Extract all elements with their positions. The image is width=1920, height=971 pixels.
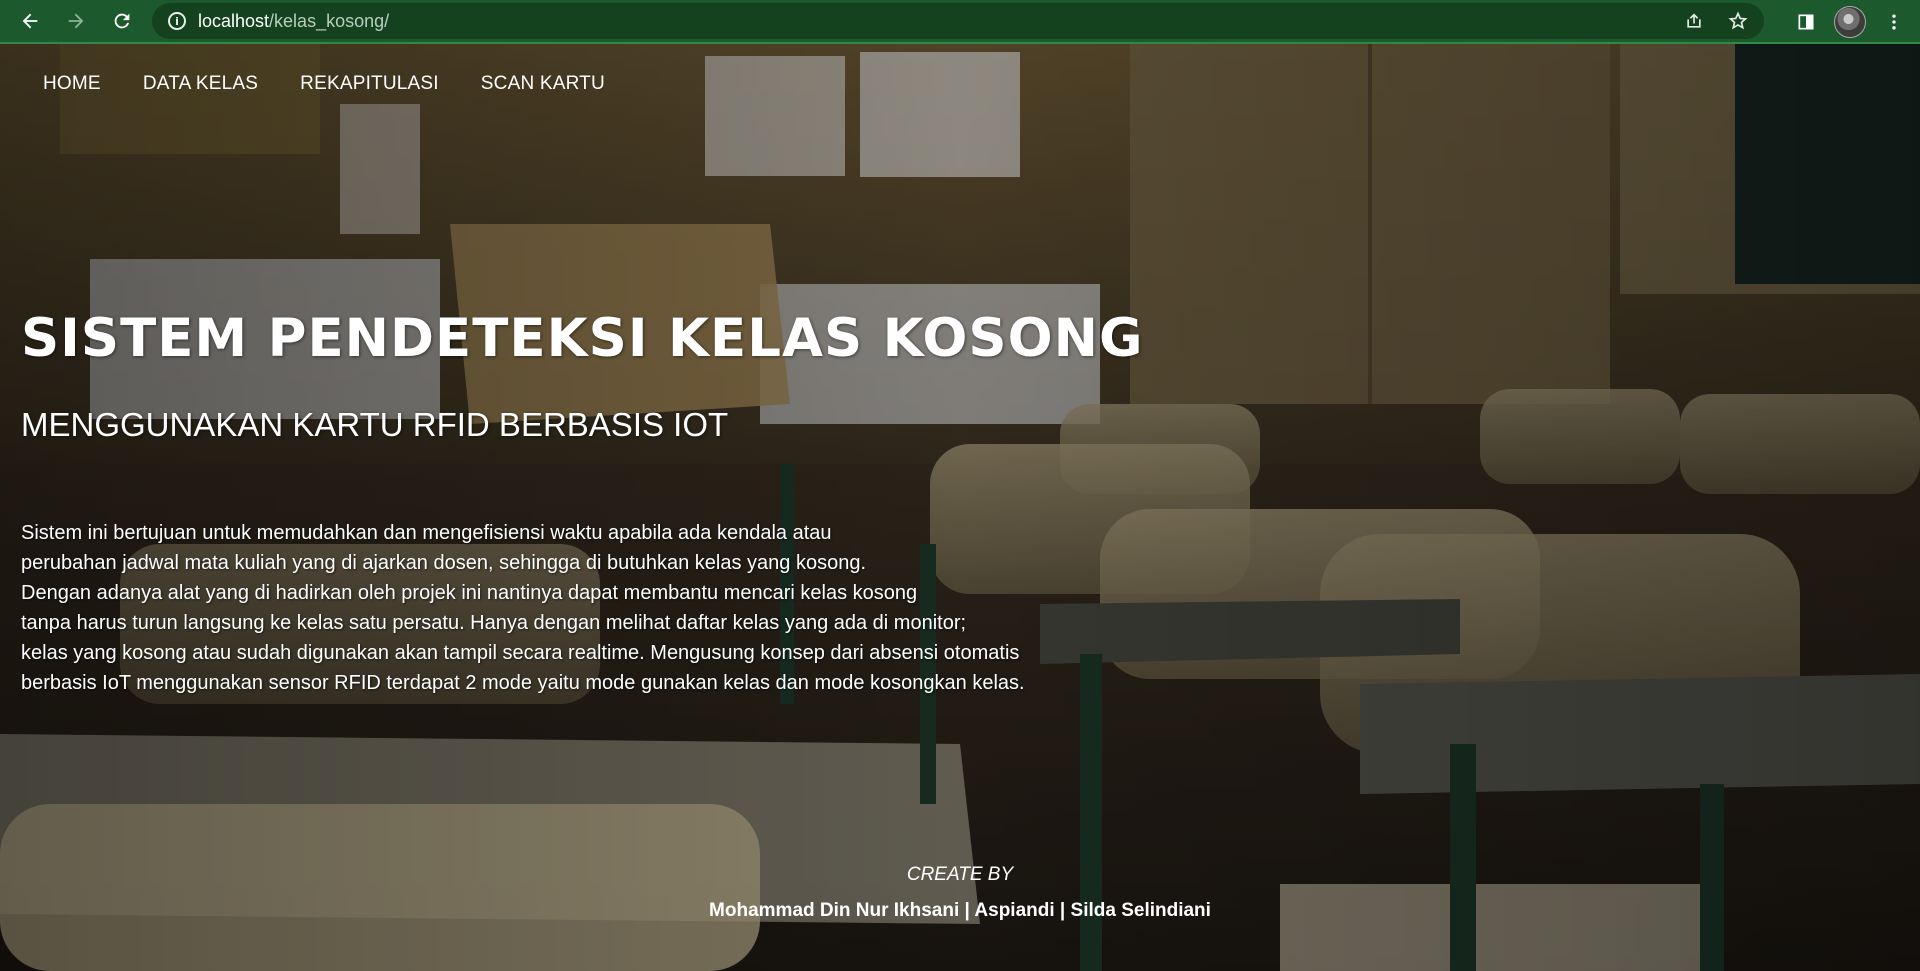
page-footer: CREATE BY Mohammad Din Nur Ikhsani | Asp…: [0, 864, 1920, 922]
hero-subtitle: MENGGUNAKAN KARTU RFID BERBASIS IOT: [21, 406, 729, 443]
address-bar[interactable]: i localhost/kelas_kosong/: [152, 3, 1764, 39]
star-icon[interactable]: [1720, 3, 1756, 39]
kebab-menu-icon[interactable]: [1876, 4, 1912, 40]
page-background: HOME DATA KELAS REKAPITULASI SCAN KARTU …: [0, 44, 1920, 971]
description-line: Dengan adanya alat yang di hadirkan oleh…: [21, 582, 918, 604]
share-icon[interactable]: [1676, 3, 1712, 39]
create-by-label: CREATE BY: [906, 864, 1014, 885]
url-path: /kelas_kosong/: [269, 10, 390, 31]
description-line: Sistem ini bertujuan untuk memudahkan da…: [21, 522, 832, 544]
nav-home[interactable]: HOME: [22, 63, 122, 105]
description-line: tanpa harus turun langsung ke kelas satu…: [21, 612, 967, 634]
hero-title: SISTEM PENDETEKSI KELAS KOSONG: [21, 308, 1144, 369]
nav-scan-kartu[interactable]: SCAN KARTU: [460, 63, 626, 105]
description-line: kelas yang kosong atau sudah digunakan a…: [21, 642, 1020, 664]
info-icon[interactable]: i: [168, 12, 186, 30]
nav-rekapitulasi[interactable]: REKAPITULASI: [279, 63, 460, 105]
url-host: localhost: [198, 10, 270, 31]
browser-toolbar: i localhost/kelas_kosong/: [0, 0, 1920, 44]
reload-icon[interactable]: [102, 1, 142, 41]
hero-description: Sistem ini bertujuan untuk memudahkan da…: [21, 518, 1121, 698]
avatar[interactable]: [1834, 6, 1866, 38]
forward-icon[interactable]: [56, 1, 96, 41]
back-icon[interactable]: [10, 1, 50, 41]
nav-data-kelas[interactable]: DATA KELAS: [122, 63, 279, 105]
description-line: perubahan jadwal mata kuliah yang di aja…: [21, 552, 867, 574]
classroom-background-image: [0, 44, 1920, 971]
description-line: berbasis IoT menggunakan sensor RFID ter…: [21, 672, 1025, 694]
authors-text: Mohammad Din Nur Ikhsani | Aspiandi | Si…: [709, 900, 1211, 921]
main-navbar: HOME DATA KELAS REKAPITULASI SCAN KARTU: [0, 44, 1920, 124]
sidepanel-icon[interactable]: [1788, 4, 1824, 40]
